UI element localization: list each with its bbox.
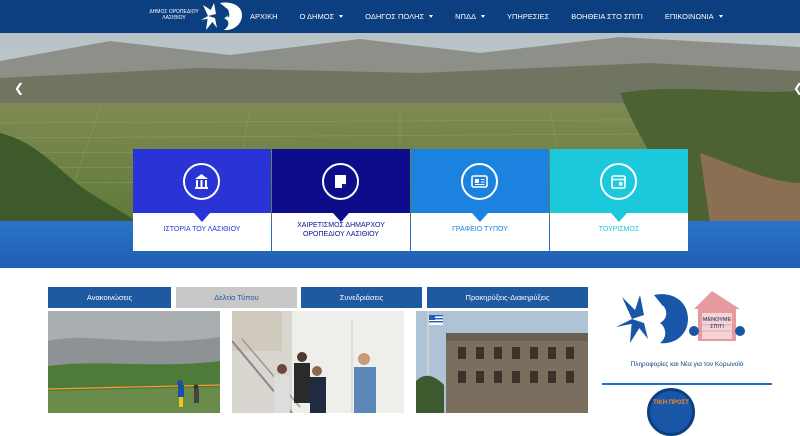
stay-home-sign: ΜΕΝΟΥΜΕ ΣΠΙΤΙ xyxy=(702,317,732,330)
nav-item-label: Ο ΔΗΜΟΣ xyxy=(299,12,335,21)
nav-item-label: ΝΠΔΔ xyxy=(455,12,476,21)
tab-tenders[interactable]: Προκηρύξεις-Διακηρύξεις xyxy=(427,287,588,308)
main-menu: ΑΡΧΙΚΗ Ο ΔΗΜΟΣ ΟΔΗΓΟΣ ΠΟΛΗΣ ΝΠΔΔ ΥΠΗΡΕΣΙΕΣ ΒΟ… xyxy=(250,0,745,33)
tile-history-label: ΙΣΤΟΡΙΑ ΤΟΥ ΛΑΣΙΘΙΟΥ xyxy=(163,226,241,233)
chevron-down-icon xyxy=(429,15,434,18)
slider-prev-icon[interactable]: ❮ xyxy=(14,81,24,95)
tab-announcements[interactable]: Ανακοινώσεις xyxy=(48,287,171,308)
tile-press-office-header xyxy=(411,149,549,213)
nav-item-2[interactable]: ΟΔΗΓΟΣ ΠΟΛΗΣ xyxy=(365,12,434,21)
note-icon xyxy=(322,163,359,200)
tile-press-office-notch xyxy=(472,213,488,222)
tile-press-office-label: ΓΡΑΦΕΙΟ ΤΥΠΟΥ xyxy=(452,226,508,233)
nav-item-label: ΥΠΗΡΕΣΙΕΣ xyxy=(507,12,550,21)
tile-press-office[interactable]: ΓΡΑΦΕΙΟ ΤΥΠΟΥ xyxy=(411,149,549,251)
civil-protection-badge[interactable]: ΤΙΚΗ ΠΡΟΣΤ xyxy=(647,388,695,436)
bank-icon xyxy=(183,163,220,200)
civil-protection-text: ΤΙΚΗ ΠΡΟΣΤ xyxy=(653,400,689,406)
tile-history-header xyxy=(133,149,271,213)
coronavirus-caption[interactable]: Πληροφορίες και Νέα για τον Κορωνοϊό xyxy=(602,361,772,368)
nav-item-3[interactable]: ΝΠΔΔ xyxy=(455,12,485,21)
sidebar-divider xyxy=(602,383,772,385)
tile-tourism-header xyxy=(550,149,688,213)
news-photo-rain-field[interactable] xyxy=(48,311,220,413)
top-navigation-bar: ΔΗΜΟΣ ΟΡΟΠΕΔΙΟΥ ΛΑΣΙΘΙΟΥ ΑΡΧΙΚΗ Ο ΔΗΜΟΣ ΟΔ… xyxy=(0,0,800,33)
newspaper-icon xyxy=(461,163,498,200)
slider-next-icon[interactable]: ❮ xyxy=(793,81,800,95)
nav-item-label: ΑΡΧΙΚΗ xyxy=(250,12,278,21)
brand-text: ΔΗΜΟΣ ΟΡΟΠΕΔΙΟΥ ΛΑΣΙΘΙΟΥ xyxy=(146,9,202,21)
tab-meetings[interactable]: Συνεδριάσεις xyxy=(301,287,422,308)
nav-item-label: ΟΔΗΓΟΣ ΠΟΛΗΣ xyxy=(365,12,425,21)
brand-line-2: ΛΑΣΙΘΙΟΥ xyxy=(162,15,186,21)
nav-item-label: ΒΟΗΘΕΙΑ ΣΤΟ ΣΠΙΤΙ xyxy=(571,12,643,21)
nav-item-1[interactable]: Ο ΔΗΜΟΣ xyxy=(300,12,344,21)
chevron-down-icon xyxy=(339,15,344,18)
tile-tourism-notch xyxy=(611,213,627,222)
nav-item-label: ΕΠΙΚΟΙΝΩΝΙΑ xyxy=(664,12,714,21)
nav-item-5[interactable]: ΒΟΗΘΕΙΑ ΣΤΟ ΣΠΙΤΙ xyxy=(571,12,643,21)
nav-item-0[interactable]: ΑΡΧΙΚΗ xyxy=(250,12,278,21)
municipality-logo-icon xyxy=(201,2,242,31)
hero-slider: ❮ ❮ ΙΣΤΟΡΙΑ ΤΟΥ ΛΑΣΙΘΙΟΥ xyxy=(0,33,800,268)
nav-item-6[interactable]: ΕΠΙΚΟΙΝΩΝΙΑ xyxy=(665,12,723,21)
tab-press-releases[interactable]: Δελτία Τύπου xyxy=(176,287,297,308)
chevron-down-icon xyxy=(718,15,723,18)
news-photo-town-hall[interactable] xyxy=(416,311,588,413)
tile-history-notch xyxy=(194,213,210,222)
news-photo-container-office[interactable] xyxy=(232,311,404,413)
stay-home-logo-icon xyxy=(616,291,745,344)
tile-history[interactable]: ΙΣΤΟΡΙΑ ΤΟΥ ΛΑΣΙΘΙΟΥ xyxy=(133,149,271,251)
calendar-icon xyxy=(600,163,637,200)
chevron-down-icon xyxy=(481,15,485,18)
tile-mayor-greeting[interactable]: ΧΑΙΡΕΤΙΣΜΟΣ ΔΗΜΑΡΧΟΥ ΟΡΟΠΕΔΙΟΥ ΛΑΣΙΘΙΟΥ xyxy=(272,149,410,251)
coronavirus-banner[interactable]: ΜΕΝΟΥΜΕ ΣΠΙΤΙ xyxy=(602,287,772,349)
tile-tourism[interactable]: ΤΟΥΡΙΣΜΟΣ xyxy=(550,149,688,251)
municipality-brand[interactable]: ΔΗΜΟΣ ΟΡΟΠΕΔΙΟΥ ΛΑΣΙΘΙΟΥ xyxy=(140,0,250,33)
tile-mayor-greeting-label: ΧΑΙΡΕΤΙΣΜΟΣ ΔΗΜΑΡΧΟΥ ΟΡΟΠΕΔΙΟΥ ΛΑΣΙΘΙΟΥ xyxy=(297,222,385,238)
tile-mayor-greeting-header xyxy=(272,149,410,213)
tile-tourism-label: ΤΟΥΡΙΣΜΟΣ xyxy=(598,226,640,233)
nav-item-4[interactable]: ΥΠΗΡΕΣΙΕΣ xyxy=(507,12,549,21)
